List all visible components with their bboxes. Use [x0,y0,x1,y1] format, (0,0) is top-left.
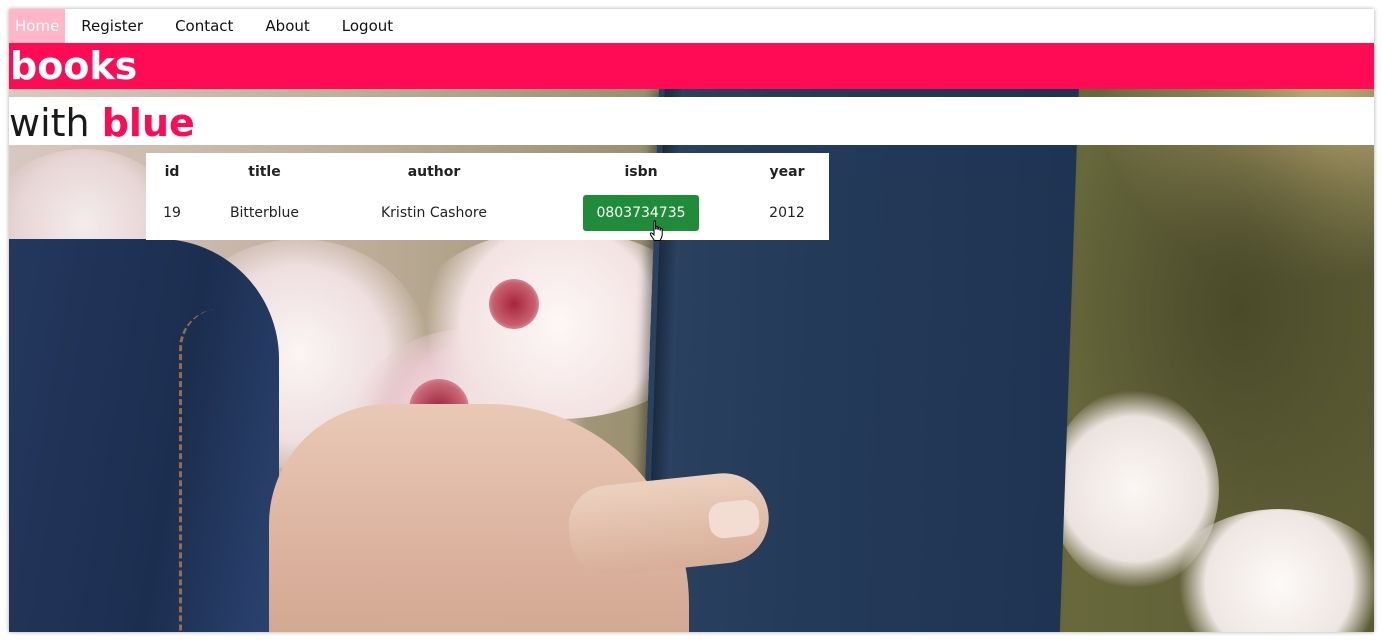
hand-pointer-icon [649,220,663,241]
subtitle-prefix: with [9,101,90,145]
page-subtitle: with blue [9,97,1374,149]
cell-id: 19 [163,205,181,221]
column-header-id: id [164,164,180,180]
cell-title: Bitterblue [229,205,300,221]
table-header-row: id title author isbn year [146,153,829,191]
nav-home[interactable]: Home [9,9,66,43]
subtitle-band: with blue [9,97,1374,145]
books-table-container: id title author isbn year 19 Bitterblue … [146,153,829,240]
subtitle-accent: blue [101,101,195,145]
cell-isbn: 0803734735 [537,191,745,235]
nav-about[interactable]: About [249,9,325,43]
isbn-button[interactable]: 0803734735 [583,195,699,231]
books-table: id title author isbn year 19 Bitterblue … [146,153,829,235]
page-title: books [10,44,138,88]
column-header-isbn: isbn [624,164,658,180]
nav-contact[interactable]: Contact [159,9,249,43]
column-header-author: author [407,164,461,180]
nav-logout[interactable]: Logout [326,9,409,43]
column-header-year: year [769,164,805,180]
browser-viewport: Home Register Contact About Logout books… [9,9,1374,632]
top-nav: Home Register Contact About Logout [9,9,1374,43]
nav-register[interactable]: Register [65,9,159,43]
cell-author: Kristin Cashore [381,205,487,221]
table-row: 19 Bitterblue Kristin Cashore 0803734735… [146,191,829,235]
title-band: books [9,43,1374,89]
cell-year: 2012 [769,205,805,221]
column-header-title: title [248,164,281,180]
